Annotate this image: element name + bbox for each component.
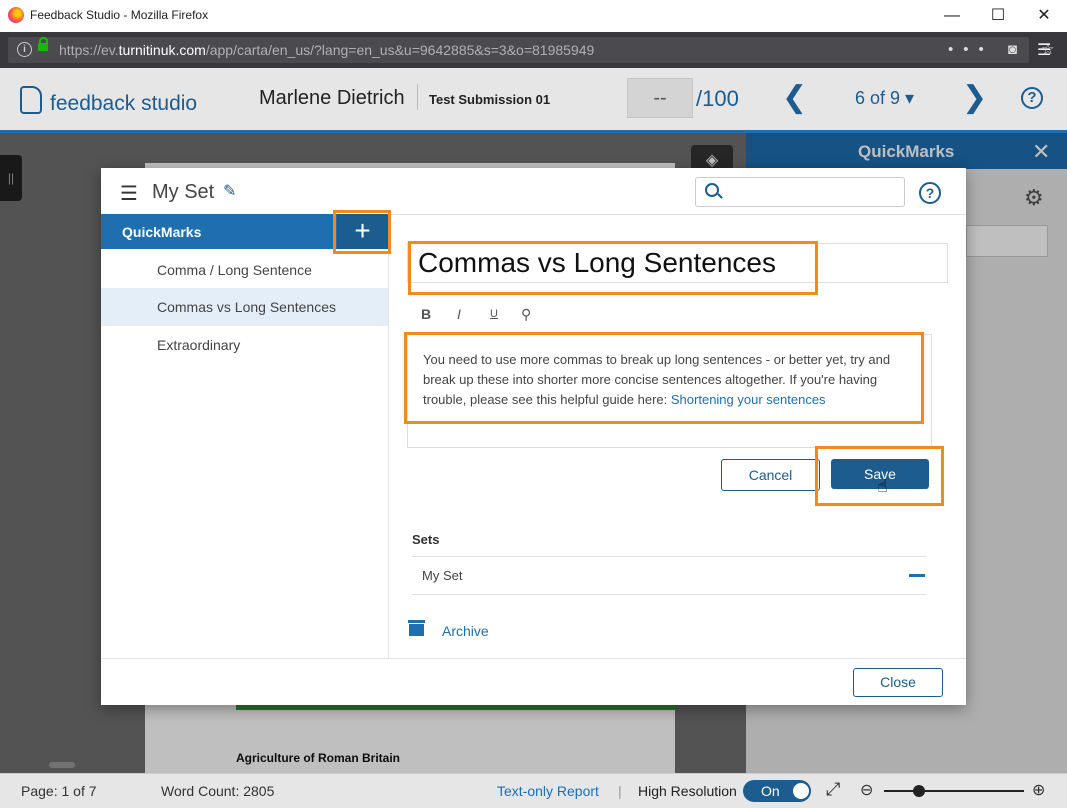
set-list-item: My Set: [422, 568, 463, 583]
url-text[interactable]: https://ev.turnitinuk.com/app/carta/en_u…: [59, 42, 594, 58]
word-count: Word Count: 2805: [161, 783, 275, 799]
page-indicator: Page: 1 of 7: [21, 783, 97, 799]
brand-logo: feedback studio: [20, 86, 197, 116]
page-actions-icons[interactable]: ••• ◙ ☆: [948, 40, 1055, 58]
edit-pencil-icon[interactable]: ✎: [223, 181, 236, 201]
window-title: Feedback Studio - Mozilla Firefox: [30, 8, 209, 22]
quickmarks-sidebar: QuickMarks + Comma / Long Sentence Comma…: [101, 210, 391, 658]
quickmark-search-input[interactable]: [695, 177, 905, 207]
search-icon: [705, 183, 719, 197]
quickmark-set-modal: ☰ My Set ✎ ? QuickMarks + Comma / Long S…: [101, 168, 966, 705]
zoom-slider-handle[interactable]: [913, 785, 925, 797]
grade-input[interactable]: --: [627, 78, 693, 118]
italic-icon[interactable]: I: [457, 306, 461, 322]
highlight-save: [815, 446, 944, 506]
browser-toolbar: i https://ev.turnitinuk.com/app/carta/en…: [0, 32, 1067, 68]
set-title: My Set: [152, 181, 215, 203]
quickmarks-label: QuickMarks: [122, 224, 202, 240]
info-icon[interactable]: i: [17, 42, 32, 57]
zoom-in-icon[interactable]: ⊕: [1032, 780, 1045, 800]
fullscreen-icon[interactable]: ⤢: [826, 779, 840, 800]
lock-icon: [38, 37, 48, 51]
app-header: feedback studio Marlene Dietrich Test Su…: [0, 68, 1067, 133]
submission-title: Test Submission 01: [429, 92, 551, 107]
firefox-logo-icon: [8, 7, 24, 23]
divider: [417, 84, 418, 110]
help-icon[interactable]: ?: [919, 182, 941, 204]
feedback-studio-logo-icon: [20, 86, 42, 114]
remove-from-set-icon[interactable]: [909, 574, 925, 577]
next-submission-icon[interactable]: ❯: [962, 80, 987, 115]
modal-footer: Close: [101, 658, 966, 706]
cancel-button[interactable]: Cancel: [721, 459, 820, 491]
highlight-title: [408, 241, 818, 295]
zoom-slider-track[interactable]: [884, 790, 1024, 792]
archive-icon[interactable]: [408, 620, 425, 636]
grade-max: /100: [696, 86, 739, 111]
link-icon[interactable]: ⚲: [521, 306, 531, 323]
modal-header: ☰ My Set ✎ ?: [101, 168, 966, 215]
close-window-button[interactable]: ✕: [1021, 4, 1067, 28]
paging-dropdown[interactable]: 6 of 9 ▾: [855, 88, 914, 109]
maximize-button[interactable]: ☐: [975, 4, 1021, 28]
close-button[interactable]: Close: [853, 668, 943, 697]
previous-submission-icon[interactable]: ❮: [782, 80, 807, 115]
status-divider: |: [618, 783, 622, 799]
quickmark-list-item-selected[interactable]: Commas vs Long Sentences: [101, 288, 388, 326]
bold-icon[interactable]: B: [421, 306, 431, 322]
browser-menu-icon[interactable]: ☰: [1037, 40, 1051, 60]
toggle-knob: [793, 783, 809, 799]
high-resolution-toggle[interactable]: On: [743, 780, 811, 802]
high-resolution-label: High Resolution: [638, 783, 737, 799]
highlight-add-button: [333, 210, 391, 254]
quickmark-list-item[interactable]: Extraordinary: [101, 326, 388, 364]
help-icon[interactable]: ?: [1021, 87, 1043, 109]
underline-icon[interactable]: U: [490, 308, 498, 320]
sets-divider: [412, 594, 926, 595]
address-bar[interactable]: i https://ev.turnitinuk.com/app/carta/en…: [8, 37, 1055, 63]
quickmark-list-item[interactable]: Comma / Long Sentence: [101, 251, 388, 289]
highlight-body: [404, 332, 924, 424]
zoom-out-icon[interactable]: ⊖: [860, 780, 873, 800]
status-bar: Page: 1 of 7 Word Count: 2805 Text-only …: [0, 773, 1067, 808]
sets-divider: [412, 556, 926, 557]
menu-icon[interactable]: ☰: [120, 181, 138, 206]
sets-label: Sets: [412, 532, 440, 547]
toggle-label: On: [761, 783, 780, 799]
text-only-report-link[interactable]: Text-only Report: [497, 783, 599, 799]
archive-link[interactable]: Archive: [442, 623, 489, 639]
minimize-button[interactable]: —: [929, 4, 975, 28]
student-name: Marlene Dietrich: [259, 87, 405, 109]
browser-titlebar: Feedback Studio - Mozilla Firefox — ☐ ✕: [0, 0, 1067, 33]
